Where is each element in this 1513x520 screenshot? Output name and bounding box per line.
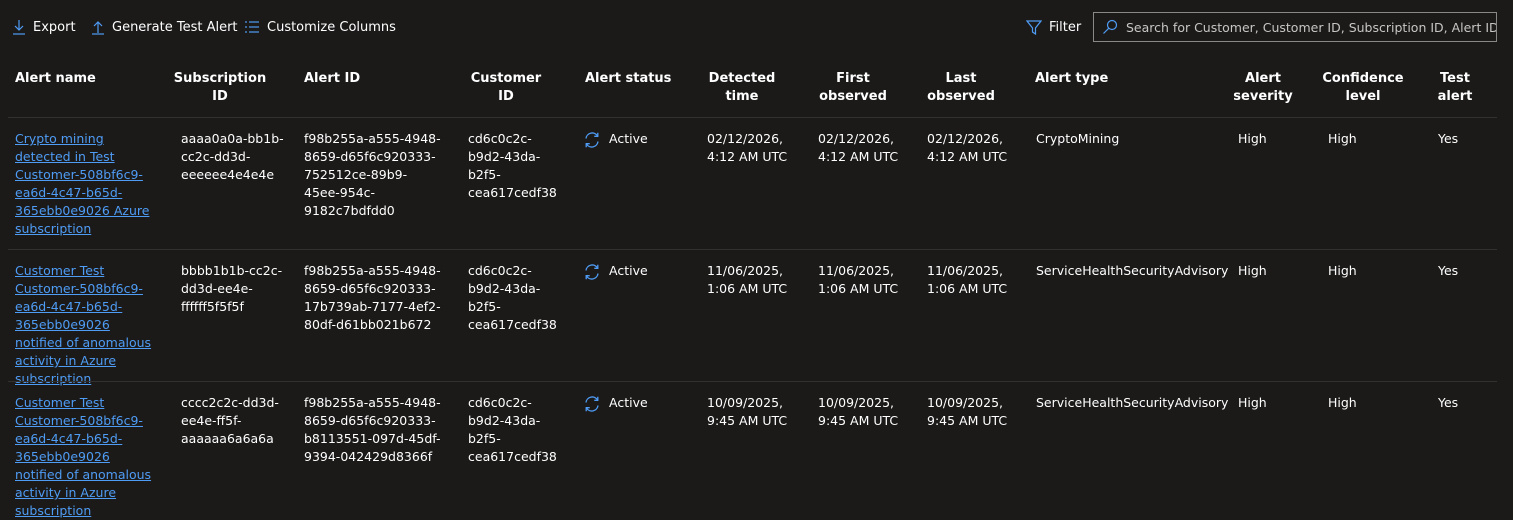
alert-type: CryptoMining xyxy=(1036,131,1120,146)
detected-time: 02/12/2026, 4:12 AM UTC xyxy=(707,131,788,164)
header-alert-name[interactable]: Alert name xyxy=(15,70,96,88)
alert-id: f98b255a-a555-4948-8659-d65f6c920333-17b… xyxy=(304,263,441,332)
columns-list-icon xyxy=(245,21,259,33)
alert-id: f98b255a-a555-4948-8659-d65f6c920333-b81… xyxy=(304,395,441,464)
alert-type: ServiceHealthSecurityAdvisory xyxy=(1036,263,1229,278)
header-test-alert[interactable]: Test alert xyxy=(1434,70,1476,106)
sync-icon xyxy=(585,264,599,280)
subscription-id: cccc2c2c-dd3d-ee4e-ff5f-aaaaaa6a6a6a xyxy=(181,395,279,446)
alert-status-label: Active xyxy=(609,131,648,146)
command-bar: Export Generate Test Alert Customize Col… xyxy=(0,0,1513,54)
subscription-id: aaaa0a0a-bb1b-cc2c-dd3d-eeeeee4e4e4e xyxy=(181,131,284,182)
funnel-icon xyxy=(1026,19,1042,35)
alert-status: Active xyxy=(583,130,648,149)
alert-type: ServiceHealthSecurityAdvisory xyxy=(1036,395,1229,410)
header-subscription-id[interactable]: Subscription ID xyxy=(168,70,272,106)
header-alert-type[interactable]: Alert type xyxy=(1035,70,1108,88)
detected-time: 11/06/2025, 1:06 AM UTC xyxy=(707,263,788,296)
last-observed: 02/12/2026, 4:12 AM UTC xyxy=(927,131,1008,164)
sync-icon xyxy=(585,396,599,412)
alert-name-link[interactable]: Customer Test Customer-508bf6c9-ea6d-4c4… xyxy=(15,262,157,388)
alert-status: Active xyxy=(583,394,648,413)
download-arrow-icon xyxy=(13,20,25,35)
header-last-observed[interactable]: Last observed xyxy=(924,70,998,106)
detected-time: 10/09/2025, 9:45 AM UTC xyxy=(707,395,788,428)
customize-columns-button[interactable]: Customize Columns xyxy=(244,16,396,38)
first-observed: 02/12/2026, 4:12 AM UTC xyxy=(818,131,899,164)
alert-id: f98b255a-a555-4948-8659-d65f6c920333-752… xyxy=(304,131,441,218)
header-alert-id[interactable]: Alert ID xyxy=(304,70,360,88)
alert-severity: High xyxy=(1238,131,1267,146)
confidence-level: High xyxy=(1328,395,1357,410)
test-alert: Yes xyxy=(1438,263,1459,278)
export-button[interactable]: Export xyxy=(12,16,76,38)
alert-status: Active xyxy=(583,262,648,281)
header-alert-severity[interactable]: Alert severity xyxy=(1232,70,1294,106)
confidence-level: High xyxy=(1328,131,1357,146)
last-observed: 10/09/2025, 9:45 AM UTC xyxy=(927,395,1008,428)
first-observed: 10/09/2025, 9:45 AM UTC xyxy=(818,395,899,428)
customize-columns-label: Customize Columns xyxy=(267,19,396,35)
alert-severity: High xyxy=(1238,263,1267,278)
test-alert: Yes xyxy=(1438,131,1459,146)
customer-id: cd6c0c2c-b9d2-43da-b2f5-cea617cedf38 xyxy=(468,263,557,332)
alert-status-label: Active xyxy=(609,395,648,410)
header-confidence-level[interactable]: Confidence level xyxy=(1322,70,1404,106)
header-first-observed[interactable]: First observed xyxy=(816,70,890,106)
filter-label: Filter xyxy=(1049,19,1082,35)
header-customer-id[interactable]: Customer ID xyxy=(466,70,546,106)
filter-button[interactable]: Filter xyxy=(1026,16,1081,38)
customer-id: cd6c0c2c-b9d2-43da-b2f5-cea617cedf38 xyxy=(468,131,557,200)
subscription-id: bbbb1b1b-cc2c-dd3d-ee4e-ffffff5f5f5f xyxy=(181,263,283,314)
search-input[interactable] xyxy=(1126,19,1496,35)
alert-name-link[interactable]: Customer Test Customer-508bf6c9-ea6d-4c4… xyxy=(15,394,157,520)
header-detected-time[interactable]: Detected time xyxy=(705,70,779,106)
customer-id: cd6c0c2c-b9d2-43da-b2f5-cea617cedf38 xyxy=(468,395,557,464)
alert-status-label: Active xyxy=(609,263,648,278)
sync-icon xyxy=(585,132,599,148)
first-observed: 11/06/2025, 1:06 AM UTC xyxy=(818,263,899,296)
header-alert-status[interactable]: Alert status xyxy=(585,70,671,88)
generate-test-alert-button[interactable]: Generate Test Alert xyxy=(91,16,238,38)
export-label: Export xyxy=(33,19,76,35)
test-alert: Yes xyxy=(1438,395,1459,410)
search-icon xyxy=(1103,19,1118,34)
generate-test-alert-label: Generate Test Alert xyxy=(112,19,238,35)
alert-name-link[interactable]: Crypto mining detected in Test Customer-… xyxy=(15,130,157,238)
alert-severity: High xyxy=(1238,395,1267,410)
upload-arrow-icon xyxy=(92,21,104,35)
confidence-level: High xyxy=(1328,263,1357,278)
last-observed: 11/06/2025, 1:06 AM UTC xyxy=(927,263,1008,296)
search-box[interactable] xyxy=(1093,12,1497,42)
